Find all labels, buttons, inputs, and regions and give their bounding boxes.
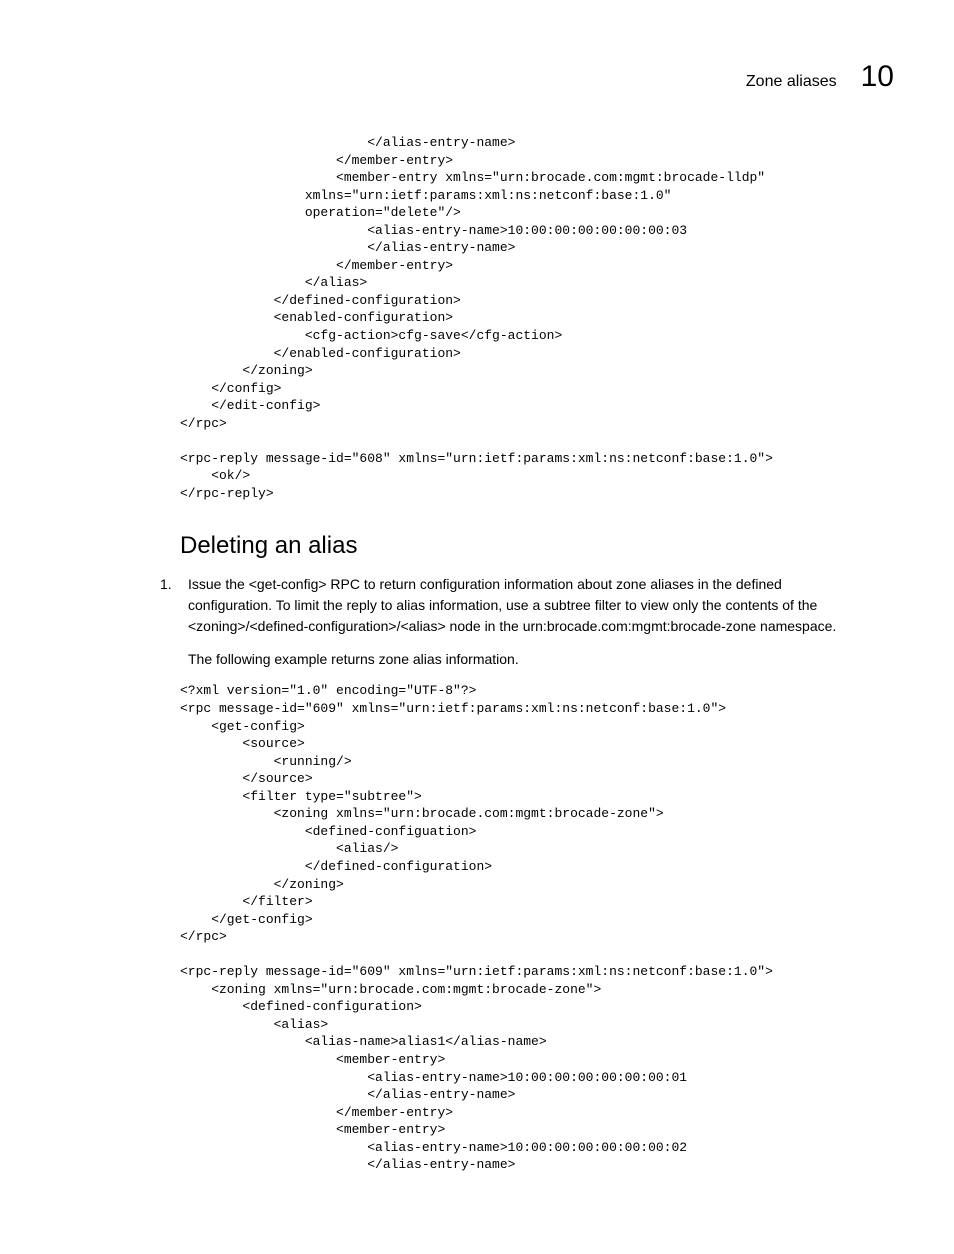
list-marker: 1. — [160, 574, 188, 595]
page-header: Zone aliases 10 — [60, 60, 894, 94]
chapter-number: 10 — [861, 60, 894, 94]
step-1: 1. Issue the <get-config> RPC to return … — [160, 574, 854, 649]
step-1-followup: The following example returns zone alias… — [188, 649, 854, 670]
section-heading-deleting-alias: Deleting an alias — [180, 532, 894, 560]
code-block-top: </alias-entry-name> </member-entry> <mem… — [180, 134, 894, 502]
step-1-text: Issue the <get-config> RPC to return con… — [188, 574, 854, 637]
header-title: Zone aliases — [746, 73, 837, 91]
code-block-bottom: <?xml version="1.0" encoding="UTF-8"?> <… — [180, 682, 894, 1173]
page: Zone aliases 10 </alias-entry-name> </me… — [0, 0, 954, 1254]
